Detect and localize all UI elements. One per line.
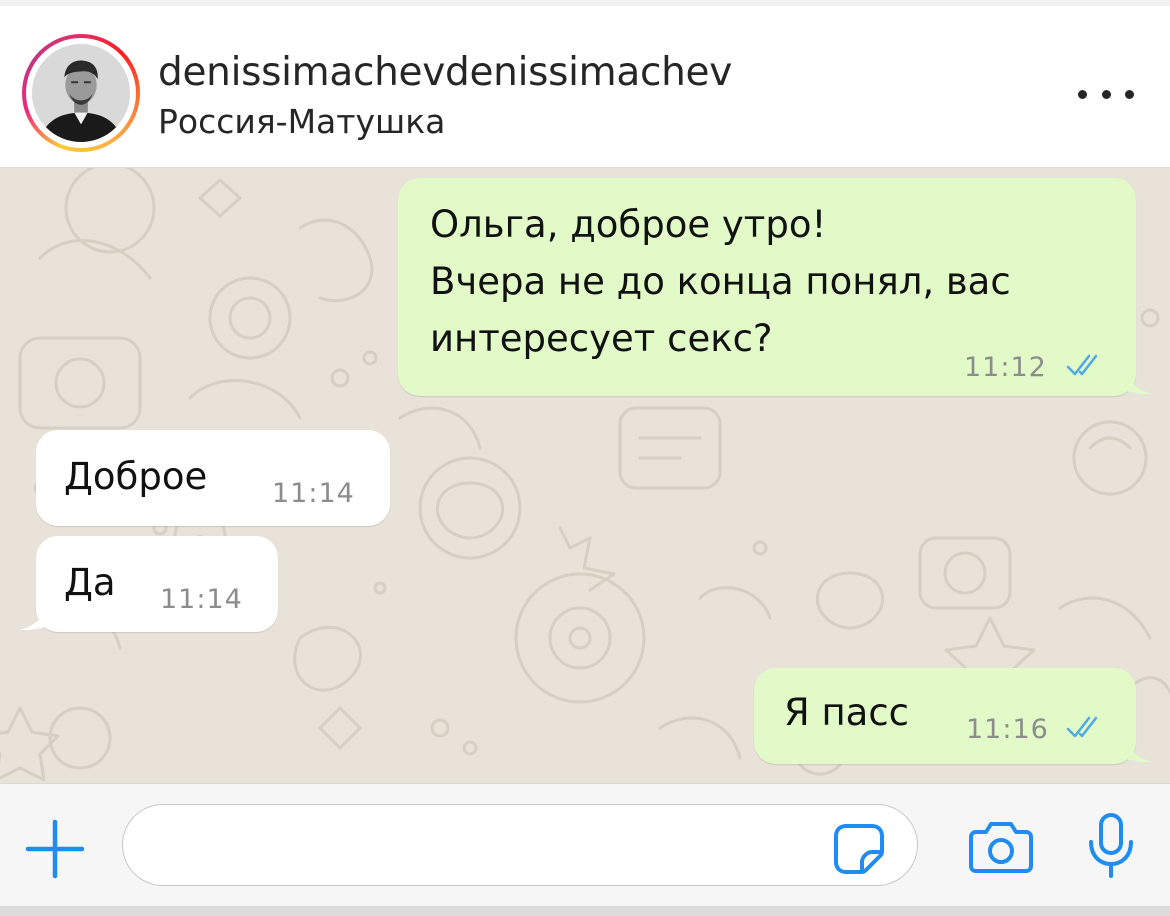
message-time: 11:14 [160, 584, 243, 615]
message-input[interactable] [151, 823, 831, 867]
avatar[interactable] [22, 34, 140, 152]
read-receipt-icon [1066, 716, 1098, 738]
message-bubble-incoming[interactable]: Доброе 11:14 [36, 430, 390, 526]
message-time: 11:14 [272, 478, 355, 509]
message-bubble-incoming[interactable]: Да 11:14 [36, 536, 278, 632]
bubble-tail [1117, 358, 1154, 395]
message-text: Доброе [64, 455, 208, 498]
avatar-person-image [32, 44, 130, 142]
avatar-photo [32, 44, 130, 142]
plus-icon[interactable] [24, 818, 86, 880]
message-text: Да [64, 561, 116, 604]
message-time: 11:16 [966, 714, 1049, 745]
message-bubble-outgoing[interactable]: Ольга, доброе утро! Вчера не до конца по… [398, 178, 1136, 396]
chat-header: denissimachevdenissimachev Россия-Матушк… [0, 0, 1170, 168]
bubble-tail [1117, 726, 1154, 763]
read-receipt-icon [1066, 354, 1098, 376]
message-text: Я пасс [784, 691, 910, 734]
bubble-tail [18, 594, 55, 631]
sticker-icon[interactable] [832, 822, 886, 876]
chat-location: Россия-Матушка [158, 102, 446, 141]
message-time: 11:12 [964, 352, 1047, 383]
message-input-bar [0, 783, 1170, 906]
microphone-icon[interactable] [1086, 812, 1136, 880]
bottom-strip [0, 906, 1170, 916]
ellipsis-icon[interactable] [1078, 76, 1134, 112]
message-text: Ольга, доброе утро! Вчера не до конца по… [430, 203, 1011, 360]
message-input-field[interactable] [122, 804, 918, 886]
chat-area[interactable]: Ольга, доброе утро! Вчера не до конца по… [0, 168, 1170, 783]
message-bubble-outgoing[interactable]: Я пасс 11:16 [754, 668, 1136, 764]
chat-username[interactable]: denissimachevdenissimachev [158, 50, 732, 95]
camera-icon[interactable] [968, 818, 1034, 874]
